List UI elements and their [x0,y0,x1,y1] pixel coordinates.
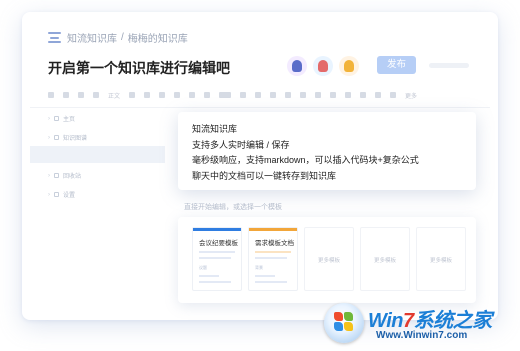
link-icon[interactable] [360,92,367,98]
watermark-url: Www.Winwin7.com [376,330,468,341]
text-line [255,275,275,277]
avatar[interactable] [339,56,359,76]
chevron-right-icon: › [48,134,50,141]
template-tag: 背景 [255,265,263,270]
quote-icon[interactable] [300,92,307,98]
font-style-select[interactable]: 正文 [108,91,120,100]
template-name: 更多模板 [429,258,452,264]
sidebar-item-home[interactable]: › 主页 [48,114,76,124]
watermark: Win7系统之家 Www.Winwin7.com [324,303,514,345]
page-title[interactable]: 开启第一个知识库进行编辑吧 [48,58,230,78]
template-name: 需求模板文档 [255,240,294,247]
collaborator-avatars [287,56,359,76]
table-icon[interactable] [330,92,337,98]
placeholder-bar [429,63,469,68]
code-icon[interactable] [189,92,196,98]
text-line [255,281,287,283]
chevron-right-icon: › [48,191,50,198]
formula-icon[interactable] [390,92,397,98]
knowledge-base-logo-icon [48,32,61,43]
watermark-brand: Win7系统之家 [368,310,492,332]
underline-icon[interactable] [159,92,166,98]
divider-icon[interactable] [315,92,322,98]
template-meeting-notes[interactable]: 会议纪要模板 议题 [192,227,242,291]
sidebar-item-trash[interactable]: › 回收站 [48,171,82,181]
popup-line: 聊天中的文档可以一键转存到知识库 [192,170,337,181]
highlight-icon[interactable] [219,92,232,98]
text-line [199,251,235,253]
chevron-right-icon: › [48,115,50,122]
sidebar-item-highlight [30,146,165,163]
breadcrumb: 知流知识库 / 梅梅的知识库 [48,30,188,45]
sidebar-item-label: 回收站 [63,174,82,180]
toolbar-divider [30,107,490,108]
more-tools-button[interactable]: 更多 [405,91,417,100]
redo-icon[interactable] [63,92,69,98]
text-line [199,281,231,283]
screenshot: 知流知识库 / 梅梅的知识库 开启第一个知识库进行编辑吧 发布 正文 更多 › … [0,0,520,351]
clear-format-icon[interactable] [93,92,99,98]
publish-button[interactable]: 发布 [377,56,416,74]
feature-popup: 知流知识库 支持多人实时编辑 / 保存 毫秒级响应，支持markdown，可以插… [178,112,476,190]
image-icon[interactable] [345,92,352,98]
text-color-icon[interactable] [204,92,211,98]
popup-line: 毫秒级响应，支持markdown，可以插入代码块+复杂公式 [192,155,419,165]
template-tag: 议题 [199,265,207,270]
graph-icon [54,135,59,140]
trash-icon [54,173,59,178]
sidebar-item-settings[interactable]: › 设置 [48,190,76,200]
avatar[interactable] [313,56,333,76]
breadcrumb-separator: / [121,32,124,43]
template-more[interactable]: 更多模板 [416,227,466,291]
template-color-bar [193,228,241,231]
align-icon[interactable] [240,92,247,98]
sidebar-item-label: 设置 [63,193,76,199]
popup-line: 支持多人实时编辑 / 保存 [192,139,290,150]
bold-icon[interactable] [129,92,136,98]
template-more[interactable]: 更多模板 [360,227,410,291]
format-painter-icon[interactable] [78,92,84,98]
template-more[interactable]: 更多模板 [304,227,354,291]
text-line [199,275,219,277]
undo-icon[interactable] [48,92,54,98]
breadcrumb-page[interactable]: 梅梅的知识库 [128,30,188,45]
strikethrough-icon[interactable] [174,92,181,98]
template-requirements[interactable]: 需求模板文档 背景 [248,227,298,291]
template-color-bar [249,228,297,231]
italic-icon[interactable] [144,92,151,98]
editor-toolbar: 正文 更多 [48,90,468,100]
home-icon [54,116,59,121]
template-name: 更多模板 [373,258,396,264]
ordered-list-icon[interactable] [255,92,262,98]
sidebar-item-graph[interactable]: › 知识图谱 [48,133,88,143]
avatar[interactable] [287,56,307,76]
chevron-right-icon: › [48,172,50,179]
sidebar-item-label: 主页 [63,117,76,123]
template-name: 更多模板 [317,258,340,264]
sidebar-item-label: 知识图谱 [63,136,88,142]
text-line [199,257,231,259]
text-line [255,251,291,253]
task-list-icon[interactable] [285,92,292,98]
template-hint: 直接开始编辑，或选择一个模板 [184,204,282,211]
template-gallery: 会议纪要模板 议题 需求模板文档 背景 更多模板 更多模板 更多模板 [178,217,476,303]
attachment-icon[interactable] [375,92,382,98]
gear-icon [54,192,59,197]
windows-logo-icon [324,303,364,343]
template-name: 会议纪要模板 [199,240,238,247]
breadcrumb-space[interactable]: 知流知识库 [67,30,117,45]
bullet-list-icon[interactable] [270,92,277,98]
popup-line: 知流知识库 [192,124,238,134]
text-line [255,257,287,259]
